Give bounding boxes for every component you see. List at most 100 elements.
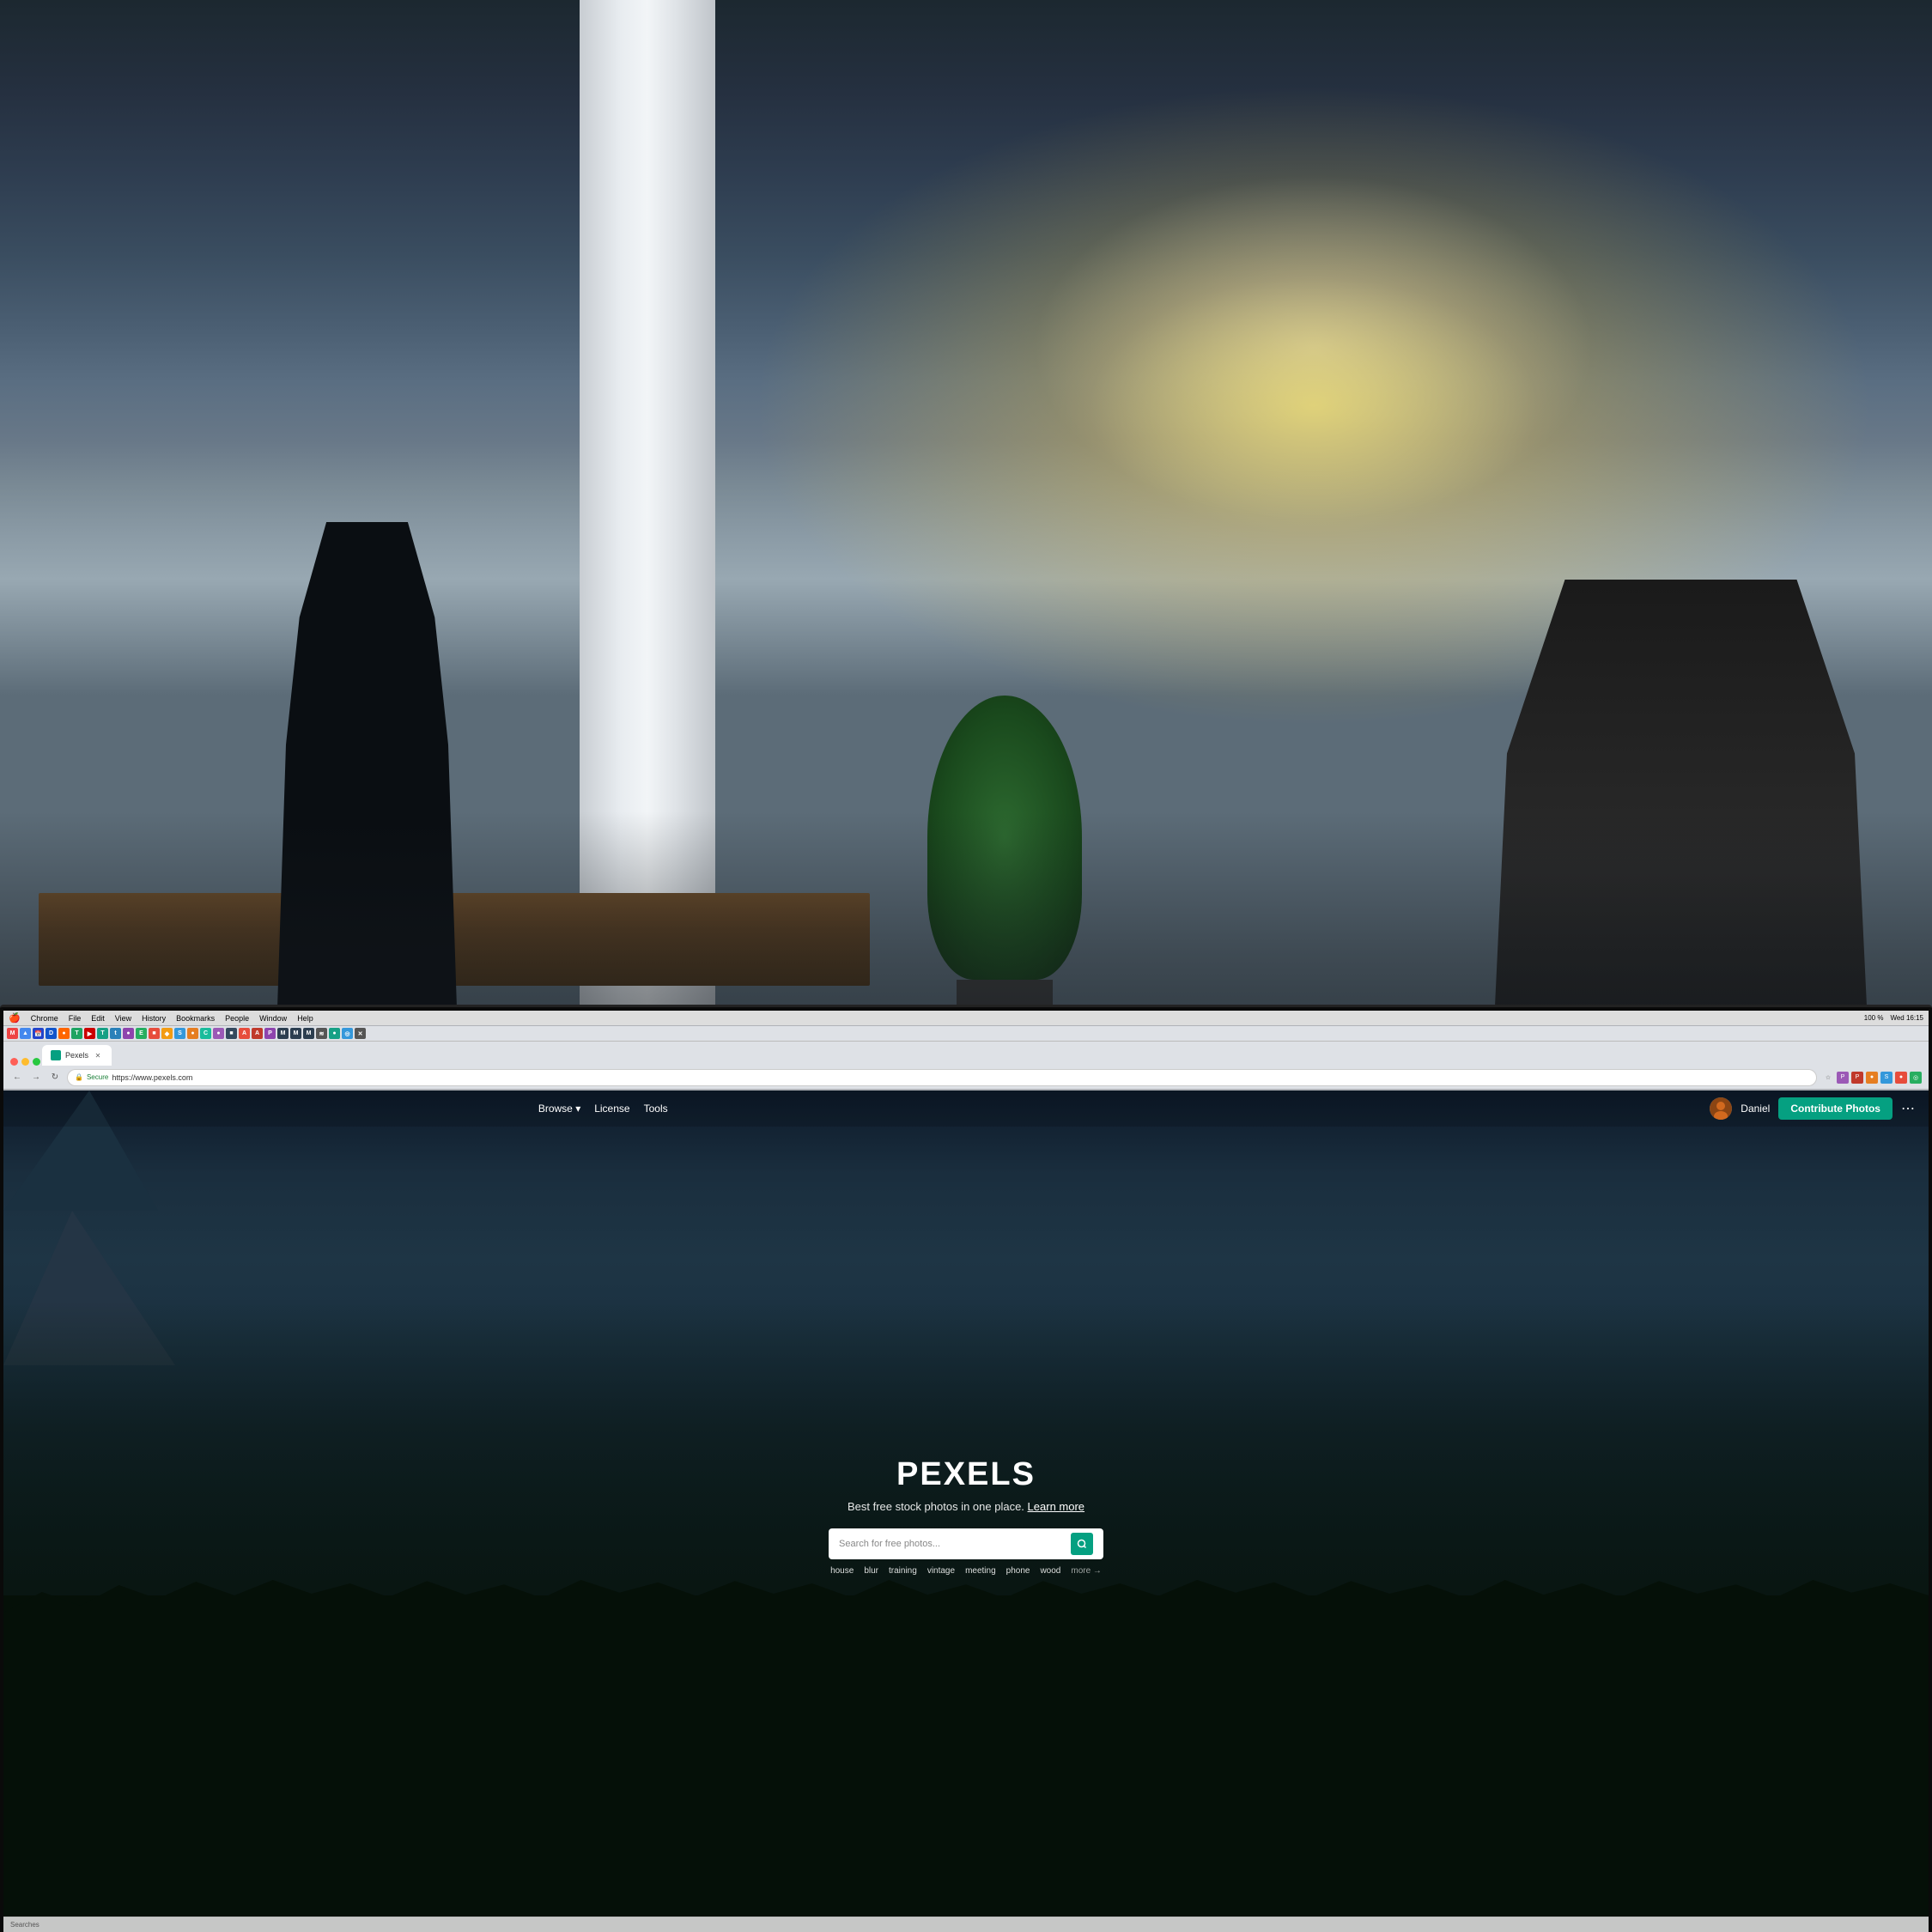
close-button[interactable] [10,1058,18,1066]
suggestion-wood[interactable]: wood [1040,1566,1060,1576]
learn-more-link[interactable]: Learn more [1028,1500,1084,1513]
ext-icon-1[interactable]: P [1837,1072,1849,1084]
monitor-bezel: 🍎 Chrome File Edit View History Bookmark… [0,1005,1932,1932]
icon22[interactable]: ≋ [316,1028,327,1039]
icon15[interactable]: ■ [226,1028,237,1039]
search-bar[interactable]: Search for free photos... [829,1528,1103,1559]
icon7[interactable]: ● [123,1028,134,1039]
secure-label: Secure [87,1073,108,1081]
icon18[interactable]: P [264,1028,276,1039]
maximize-button[interactable] [33,1058,40,1066]
menu-bookmarks[interactable]: Bookmarks [176,1014,215,1023]
nav-center-items: Browse ▾ License Tools [538,1103,668,1115]
icon23[interactable]: ● [329,1028,340,1039]
search-suggestions: house blur training vintage meeting phon… [830,1566,1102,1576]
pexels-nav: Browse ▾ License Tools Daniel [3,1091,1929,1127]
address-bar[interactable]: 🔒 Secure https://www.pexels.com [67,1069,1817,1086]
calendar-icon[interactable]: 📅 [33,1028,44,1039]
search-submit-button[interactable] [1071,1533,1093,1555]
suggestion-house[interactable]: house [830,1566,854,1576]
pexels-website: Browse ▾ License Tools Daniel [3,1091,1929,1932]
suggestion-meeting[interactable]: meeting [965,1566,996,1576]
address-url: https://www.pexels.com [112,1073,192,1082]
ext-icon-4[interactable]: S [1880,1072,1893,1084]
menu-file[interactable]: File [69,1014,82,1023]
traffic-lights [10,1058,40,1066]
icon11[interactable]: S [174,1028,185,1039]
ext-icon-2[interactable]: P [1851,1072,1863,1084]
user-avatar[interactable] [1710,1097,1732,1120]
secure-icon: 🔒 [75,1073,83,1081]
icon10[interactable]: ◆ [161,1028,173,1039]
browser-tab-pexels[interactable]: Pexels ✕ [42,1045,112,1066]
tools-button[interactable]: Tools [644,1103,668,1115]
icon14[interactable]: ● [213,1028,224,1039]
user-name-button[interactable]: Daniel [1741,1103,1770,1115]
minimize-button[interactable] [21,1058,29,1066]
drive-icon[interactable]: ▲ [20,1028,31,1039]
icon19[interactable]: M [277,1028,289,1039]
menu-history[interactable]: History [142,1014,166,1023]
pexels-logo: PEXELS [896,1456,1036,1493]
screen-content: 🍎 Chrome File Edit View History Bookmark… [3,1011,1929,1932]
ext-icon-3[interactable]: ● [1866,1072,1878,1084]
nav-right-items: Daniel Contribute Photos ⋯ [1710,1097,1915,1120]
menu-window[interactable]: Window [259,1014,287,1023]
menubar-right: 100 % Wed 16:15 [1864,1014,1923,1022]
icon6[interactable]: t [110,1028,121,1039]
pexels-tagline: Best free stock photos in one place. Lea… [848,1500,1084,1513]
gmail-icon[interactable]: M [7,1028,18,1039]
ext-icon-6[interactable]: ◎ [1910,1072,1922,1084]
search-placeholder: Search for free photos... [839,1539,1064,1549]
suggestion-blur[interactable]: blur [864,1566,878,1576]
ext-icon-5[interactable]: ● [1895,1072,1907,1084]
pexels-hero-content: PEXELS Best free stock photos in one pla… [3,1091,1929,1932]
contribute-photos-button[interactable]: Contribute Photos [1778,1097,1893,1120]
icon8[interactable]: E [136,1028,147,1039]
icon9[interactable]: ■ [149,1028,160,1039]
suggestion-phone[interactable]: phone [1006,1566,1030,1576]
youtube-icon[interactable]: ▶ [84,1028,95,1039]
toolbar-icons-right: ☆ P P ● S ● ◎ [1822,1072,1922,1084]
macos-menubar: 🍎 Chrome File Edit View History Bookmark… [3,1011,1929,1026]
icon4[interactable]: T [71,1028,82,1039]
menu-view[interactable]: View [115,1014,131,1023]
license-button[interactable]: License [594,1103,629,1115]
star-icon[interactable]: ☆ [1822,1072,1834,1084]
menu-help[interactable]: Help [297,1014,313,1023]
suggestion-training[interactable]: training [889,1566,917,1576]
apple-menu[interactable]: 🍎 [9,1012,21,1024]
reload-button[interactable]: ↻ [48,1071,62,1084]
more-options-icon[interactable]: ⋯ [1901,1100,1915,1117]
tab-title: Pexels [65,1051,88,1060]
tab-bar: Pexels ✕ [3,1042,1929,1066]
system-icons-row: M ▲ 📅 D ● T ▶ T t ● E ■ ◆ S ● C ● ■ A A … [3,1026,1929,1042]
menu-chrome[interactable]: Chrome [31,1014,58,1023]
icon21[interactable]: M [303,1028,314,1039]
office-background [0,0,1932,1159]
icon5[interactable]: T [97,1028,108,1039]
suggestion-more[interactable]: more → [1071,1566,1102,1576]
menu-edit[interactable]: Edit [91,1014,105,1023]
menu-people[interactable]: People [225,1014,249,1023]
icon3[interactable]: ● [58,1028,70,1039]
search-icon [1077,1539,1087,1549]
tab-close-icon[interactable]: ✕ [93,1050,103,1060]
browser-chrome: Pexels ✕ ← → ↻ 🔒 Secure https://www.pexe… [3,1042,1929,1091]
browse-button[interactable]: Browse ▾ [538,1103,580,1115]
icon24[interactable]: ◎ [342,1028,353,1039]
tab-close-x[interactable]: ✕ [355,1028,366,1039]
icon13[interactable]: C [200,1028,211,1039]
back-button[interactable]: ← [10,1071,24,1084]
browser-toolbar: ← → ↻ 🔒 Secure https://www.pexels.com ☆ … [3,1066,1929,1090]
forward-button[interactable]: → [29,1071,43,1084]
docs-icon[interactable]: D [46,1028,57,1039]
suggestion-vintage[interactable]: vintage [927,1566,955,1576]
icon16[interactable]: A [239,1028,250,1039]
tagline-text: Best free stock photos in one place. [848,1500,1024,1513]
icon17[interactable]: A [252,1028,263,1039]
clock: Wed 16:15 [1890,1014,1923,1022]
tab-favicon [51,1050,61,1060]
icon20[interactable]: M [290,1028,301,1039]
icon12[interactable]: ● [187,1028,198,1039]
